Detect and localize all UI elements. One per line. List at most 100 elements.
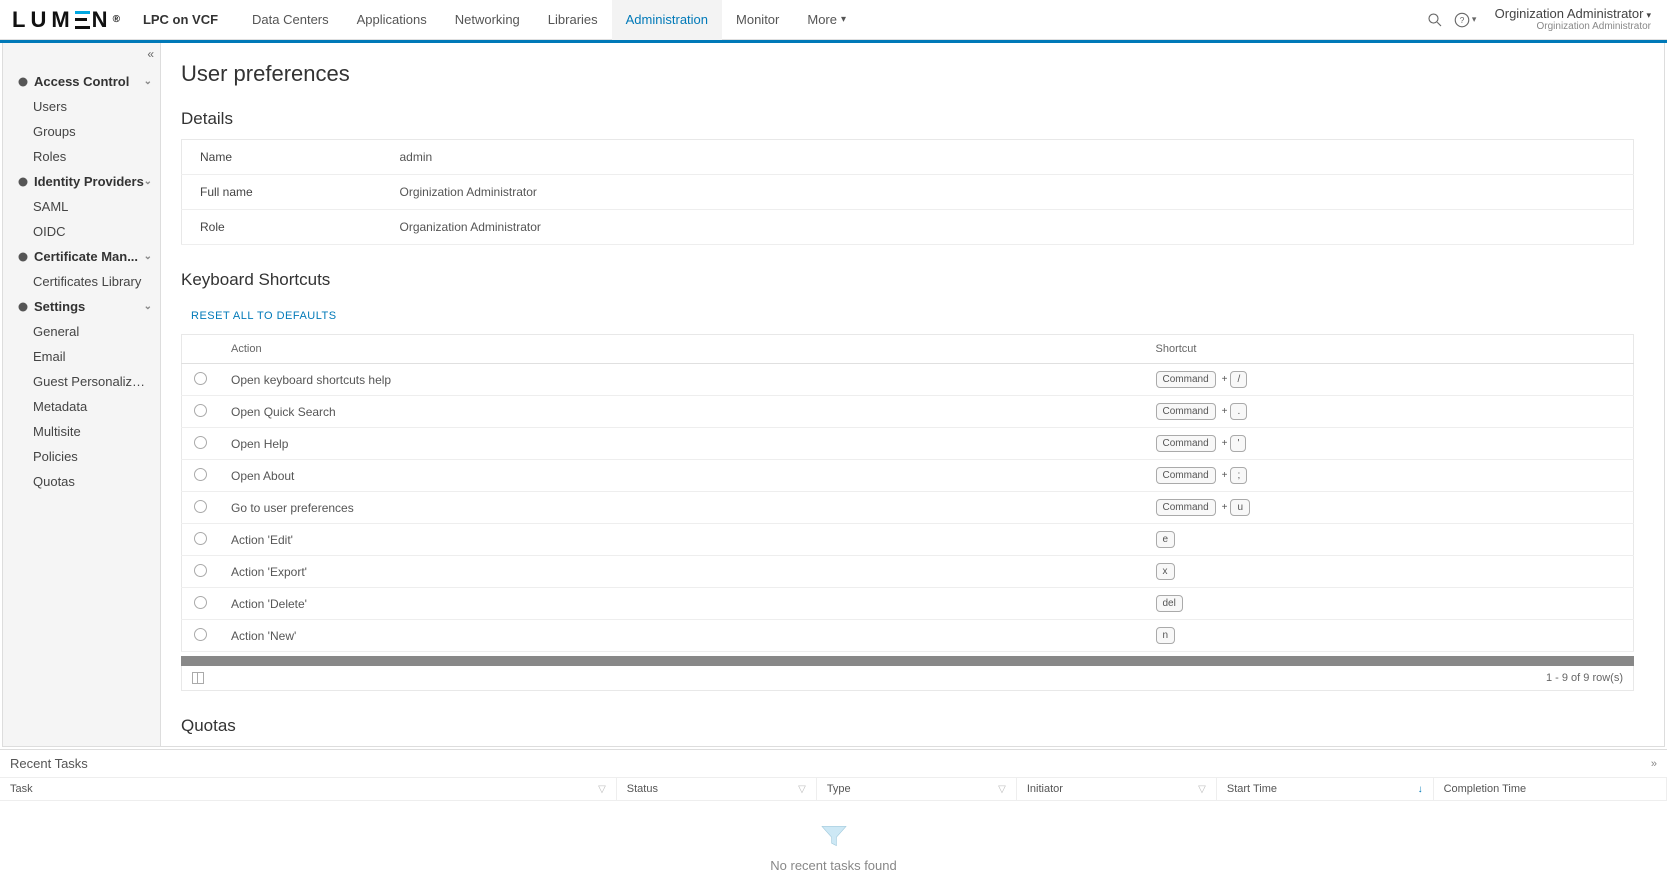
- search-icon[interactable]: [1420, 5, 1450, 35]
- shortcut-row[interactable]: Action 'Edit'e: [182, 524, 1634, 556]
- shortcut-keys: del: [1144, 588, 1634, 620]
- shortcut-row[interactable]: Open Quick SearchCommand+.: [182, 396, 1634, 428]
- kbd-key: Command: [1156, 435, 1216, 452]
- radio-icon[interactable]: [194, 564, 207, 577]
- expand-recent-icon[interactable]: »: [1651, 758, 1657, 770]
- collapse-sidebar-icon[interactable]: «: [147, 47, 154, 61]
- side-item-multisite[interactable]: Multisite: [3, 419, 160, 444]
- nav-libraries[interactable]: Libraries: [534, 0, 612, 40]
- kbd-key: .: [1230, 403, 1247, 420]
- recent-tasks-body: No recent tasks found: [0, 801, 1667, 896]
- chevron-down-icon: ⌄: [144, 251, 152, 262]
- recent-col-start-time[interactable]: Start Time↓: [1217, 778, 1434, 800]
- svg-text:?: ?: [1460, 16, 1465, 25]
- user-line-2: Orginization Administrator: [1495, 21, 1651, 33]
- side-group-settings[interactable]: Settings⌄: [3, 294, 160, 319]
- shortcut-row[interactable]: Go to user preferencesCommand+u: [182, 492, 1634, 524]
- nav-more[interactable]: More▾: [793, 0, 860, 40]
- shortcut-row[interactable]: Action 'New'n: [182, 620, 1634, 652]
- shortcut-action: Action 'Edit': [219, 524, 1144, 556]
- help-icon[interactable]: ? ▾: [1450, 5, 1480, 35]
- nav-networking[interactable]: Networking: [441, 0, 534, 40]
- side-group-identity-providers[interactable]: Identity Providers⌄: [3, 169, 160, 194]
- radio-icon[interactable]: [194, 372, 207, 385]
- nav-data-centers[interactable]: Data Centers: [238, 0, 343, 40]
- user-line-1: Orginization Administrator: [1495, 6, 1644, 21]
- chevron-down-icon: ⌄: [144, 301, 152, 312]
- radio-icon[interactable]: [194, 596, 207, 609]
- shortcut-keys: Command+.: [1144, 396, 1634, 428]
- logo-e-icon: [75, 11, 90, 29]
- shortcut-action: Action 'Delete': [219, 588, 1144, 620]
- recent-tasks-panel: Recent Tasks » Task▽Status▽Type▽Initiato…: [0, 749, 1667, 896]
- side-item-groups[interactable]: Groups: [3, 119, 160, 144]
- recent-col-initiator[interactable]: Initiator▽: [1017, 778, 1217, 800]
- shortcut-action: Open Quick Search: [219, 396, 1144, 428]
- shortcut-row[interactable]: Open HelpCommand+': [182, 428, 1634, 460]
- recent-col-completion-time[interactable]: Completion Time: [1434, 778, 1667, 800]
- shortcut-row[interactable]: Open AboutCommand+;: [182, 460, 1634, 492]
- reset-defaults-link[interactable]: RESET ALL TO DEFAULTS: [191, 310, 337, 322]
- radio-icon[interactable]: [194, 436, 207, 449]
- empty-state-text: No recent tasks found: [770, 858, 896, 873]
- side-item-saml[interactable]: SAML: [3, 194, 160, 219]
- side-item-roles[interactable]: Roles: [3, 144, 160, 169]
- filter-funnel-icon: [819, 824, 849, 848]
- header-bar: L U M N ® LPC on VCF Data CentersApplica…: [0, 0, 1667, 40]
- filter-icon[interactable]: ▽: [998, 784, 1006, 795]
- side-item-users[interactable]: Users: [3, 94, 160, 119]
- logo-l: L: [12, 7, 28, 33]
- shortcut-row[interactable]: Action 'Export'x: [182, 556, 1634, 588]
- detail-value: Organization Administrator: [382, 210, 1634, 245]
- side-group-certificate-man-[interactable]: Certificate Man...⌄: [3, 244, 160, 269]
- kbd-key: del: [1156, 595, 1183, 612]
- detail-value: Orginization Administrator: [382, 175, 1634, 210]
- side-item-certificates-library[interactable]: Certificates Library: [3, 269, 160, 294]
- side-item-email[interactable]: Email: [3, 344, 160, 369]
- shortcuts-table: Action Shortcut Open keyboard shortcuts …: [181, 334, 1634, 652]
- side-item-quotas[interactable]: Quotas: [3, 469, 160, 494]
- content-area: User preferences Details NameadminFull n…: [161, 43, 1664, 746]
- shortcut-action: Open Help: [219, 428, 1144, 460]
- filter-icon[interactable]: ▽: [798, 784, 806, 795]
- radio-icon[interactable]: [194, 628, 207, 641]
- column-picker-icon[interactable]: [192, 672, 204, 684]
- radio-icon[interactable]: [194, 500, 207, 513]
- kbd-key: ;: [1230, 467, 1247, 484]
- side-item-guest-personalization[interactable]: Guest Personalization: [3, 369, 160, 394]
- radio-icon[interactable]: [194, 404, 207, 417]
- recent-col-type[interactable]: Type▽: [817, 778, 1017, 800]
- shortcut-action: Action 'Export': [219, 556, 1144, 588]
- shortcut-row[interactable]: Action 'Delete' del: [182, 588, 1634, 620]
- kbd-key: Command: [1156, 467, 1216, 484]
- chevron-down-icon: ▾: [841, 14, 846, 25]
- shortcut-keys: Command+': [1144, 428, 1634, 460]
- shortcut-action: Action 'New': [219, 620, 1144, 652]
- shortcut-row[interactable]: Open keyboard shortcuts helpCommand+/: [182, 364, 1634, 396]
- nav-administration[interactable]: Administration: [612, 0, 722, 40]
- nav-monitor[interactable]: Monitor: [722, 0, 793, 40]
- side-item-policies[interactable]: Policies: [3, 444, 160, 469]
- side-item-oidc[interactable]: OIDC: [3, 219, 160, 244]
- user-menu[interactable]: Orginization Administrator▾ Orginization…: [1495, 6, 1657, 34]
- chevron-down-icon: ⌄: [144, 76, 152, 87]
- shortcut-action: Open keyboard shortcuts help: [219, 364, 1144, 396]
- filter-icon[interactable]: ▽: [1198, 784, 1206, 795]
- side-item-metadata[interactable]: Metadata: [3, 394, 160, 419]
- detail-key: Full name: [182, 175, 382, 210]
- filter-icon[interactable]: ▽: [598, 784, 606, 795]
- horizontal-scrollbar[interactable]: [181, 656, 1634, 666]
- recent-col-status[interactable]: Status▽: [617, 778, 817, 800]
- side-item-general[interactable]: General: [3, 319, 160, 344]
- context-label[interactable]: LPC on VCF: [143, 12, 218, 27]
- shortcut-keys: n: [1144, 620, 1634, 652]
- side-group-access-control[interactable]: Access Control⌄: [3, 69, 160, 94]
- recent-col-task[interactable]: Task▽: [0, 778, 617, 800]
- kbd-key: Command: [1156, 499, 1216, 516]
- radio-icon[interactable]: [194, 468, 207, 481]
- sidebar: « Access Control⌄UsersGroupsRolesIdentit…: [3, 43, 161, 746]
- sort-icon[interactable]: ↓: [1418, 784, 1423, 795]
- top-nav: Data CentersApplicationsNetworkingLibrar…: [238, 0, 860, 40]
- radio-icon[interactable]: [194, 532, 207, 545]
- nav-applications[interactable]: Applications: [343, 0, 441, 40]
